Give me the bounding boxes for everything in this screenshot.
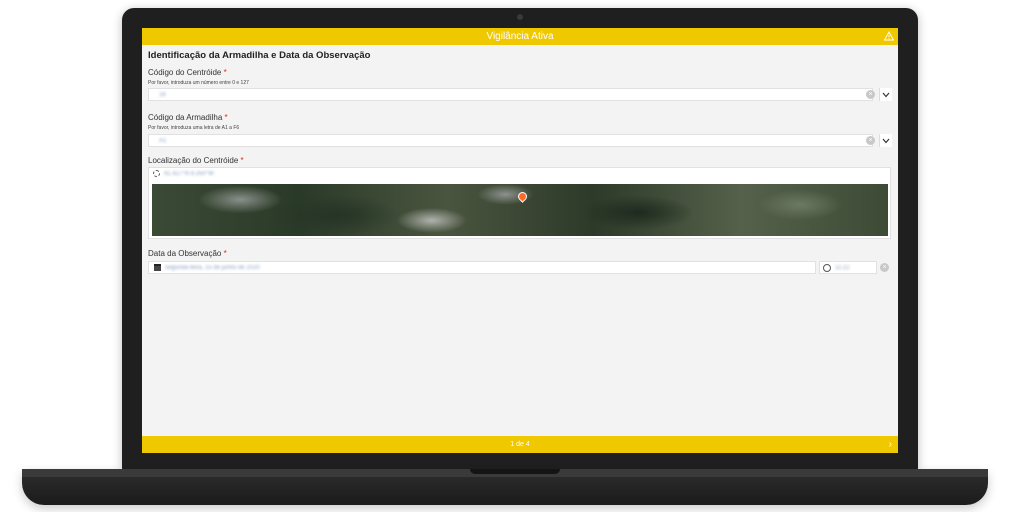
gps-icon bbox=[153, 170, 160, 177]
centroid-code-dropdown-button[interactable] bbox=[879, 88, 892, 101]
required-marker: * bbox=[224, 113, 228, 122]
observation-date-input[interactable]: segunda-feira, 15 de junho de 2020 bbox=[148, 261, 816, 274]
app-screen: Vigilância Ativa Identificação da Armadi… bbox=[142, 28, 898, 453]
required-marker: * bbox=[223, 68, 227, 77]
location-coordinates: 41.427°N 8.350°W bbox=[164, 170, 214, 177]
chevron-down-icon bbox=[882, 138, 890, 143]
clear-icon[interactable]: × bbox=[880, 263, 889, 272]
webcam bbox=[517, 14, 523, 20]
trap-code-dropdown-button[interactable] bbox=[879, 134, 892, 147]
app-header: Vigilância Ativa bbox=[142, 28, 898, 45]
required-marker: * bbox=[223, 249, 227, 258]
centroid-location-label: Localização do Centróide * bbox=[148, 156, 244, 165]
form-title: Identificação da Armadilha e Data da Obs… bbox=[148, 50, 371, 61]
laptop-notch bbox=[470, 469, 560, 474]
centroid-location-field[interactable]: 41.427°N 8.350°W bbox=[148, 167, 891, 239]
chevron-down-icon bbox=[882, 92, 890, 97]
centroid-code-hint: Por favor, introduza um número entre 0 e… bbox=[148, 80, 249, 86]
app-footer: 1 de 4 › bbox=[142, 436, 898, 453]
calendar-icon bbox=[154, 264, 161, 271]
trap-code-select[interactable]: A1 bbox=[148, 134, 873, 147]
chevron-right-icon[interactable]: › bbox=[889, 439, 892, 450]
clock-icon bbox=[823, 263, 831, 272]
app-title: Vigilância Ativa bbox=[486, 31, 554, 42]
map-pin-icon bbox=[516, 190, 529, 203]
warning-icon[interactable] bbox=[884, 31, 894, 41]
trap-code-label: Código da Armadilha * bbox=[148, 113, 228, 122]
observation-time-value: 11:22 bbox=[835, 264, 850, 271]
observation-time-input[interactable]: 11:22 bbox=[819, 261, 877, 274]
clear-icon[interactable]: × bbox=[866, 90, 875, 99]
clear-icon[interactable]: × bbox=[866, 136, 875, 145]
centroid-code-label: Código do Centróide * bbox=[148, 68, 227, 77]
observation-date-value: segunda-feira, 15 de junho de 2020 bbox=[165, 264, 260, 271]
trap-code-value: A1 bbox=[159, 137, 167, 144]
centroid-code-select[interactable]: 18 bbox=[148, 88, 873, 101]
location-readout: 41.427°N 8.350°W bbox=[153, 170, 214, 177]
centroid-code-value: 18 bbox=[159, 91, 166, 98]
trap-code-hint: Por favor, introduza uma letra de A1 a F… bbox=[148, 125, 240, 131]
page-indicator: 1 de 4 bbox=[510, 441, 530, 448]
observation-date-label: Data da Observação * bbox=[148, 249, 227, 258]
satellite-map[interactable] bbox=[152, 184, 888, 236]
required-marker: * bbox=[240, 156, 244, 165]
